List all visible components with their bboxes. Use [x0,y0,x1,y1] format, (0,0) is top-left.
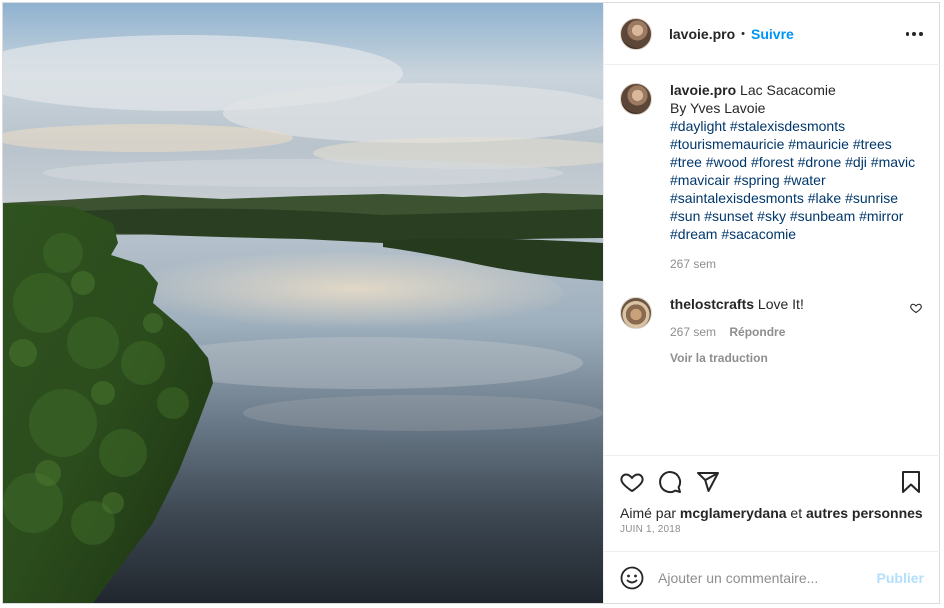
comment-age: 267 sem [670,325,717,339]
more-options-icon[interactable] [904,25,924,43]
likes-user-link[interactable]: mcglamerydana [680,505,787,521]
share-paper-plane-icon[interactable] [696,470,720,494]
comment-text: Love It! [757,296,804,312]
caption-byline: By Yves Lavoie [670,100,766,116]
comment-bubble-icon[interactable] [658,470,682,494]
comment-like-heart-icon[interactable] [910,302,922,314]
author-username[interactable]: lavoie.pro [669,26,735,42]
emoji-smiley-icon[interactable] [620,566,644,590]
post-photo[interactable] [3,3,603,603]
post-header: lavoie.pro • Suivre [604,3,940,65]
post-actions: Aimé par mcglamerydana et autres personn… [604,455,940,551]
comment-username[interactable]: thelostcrafts [670,296,754,312]
post-frame: lavoie.pro • Suivre lavoie.pro Lac Sacac… [2,2,940,604]
caption: lavoie.pro Lac Sacacomie By Yves Lavoie … [620,81,924,273]
see-translation-link[interactable]: Voir la traduction [670,349,890,367]
comments-section: lavoie.pro Lac Sacacomie By Yves Lavoie … [604,65,940,453]
header-separator: • [741,27,745,40]
caption-author-avatar[interactable] [620,83,652,115]
comment-input[interactable]: Ajouter un commentaire... [658,570,877,586]
likes-others-link[interactable]: autres personnes [806,505,923,521]
post-side-panel: lavoie.pro • Suivre lavoie.pro Lac Sacac… [603,3,940,603]
lake-aerial-image [3,3,603,603]
save-bookmark-icon[interactable] [900,470,922,494]
author-avatar[interactable] [620,17,652,50]
likes-summary: Aimé par mcglamerydana et autres personn… [620,505,923,521]
commenter-avatar[interactable] [620,297,652,329]
likes-prefix: Aimé par [620,505,677,521]
publish-button[interactable]: Publier [877,570,924,586]
reply-button[interactable]: Répondre [729,325,785,339]
caption-title: Lac Sacacomie [740,82,836,98]
caption-age: 267 sem [670,257,717,271]
like-heart-icon[interactable] [620,470,644,494]
caption-hashtags[interactable]: #daylight #stalexisdesmonts #tourismemau… [670,117,920,243]
likes-conj: et [790,505,803,521]
comment-row: thelostcrafts Love It! 267 sem Répondre … [620,295,924,367]
add-comment-bar: Ajouter un commentaire... Publier [604,551,940,603]
caption-username[interactable]: lavoie.pro [670,82,736,98]
follow-button[interactable]: Suivre [751,26,794,42]
post-date[interactable]: JUIN 1, 2018 [620,524,681,535]
